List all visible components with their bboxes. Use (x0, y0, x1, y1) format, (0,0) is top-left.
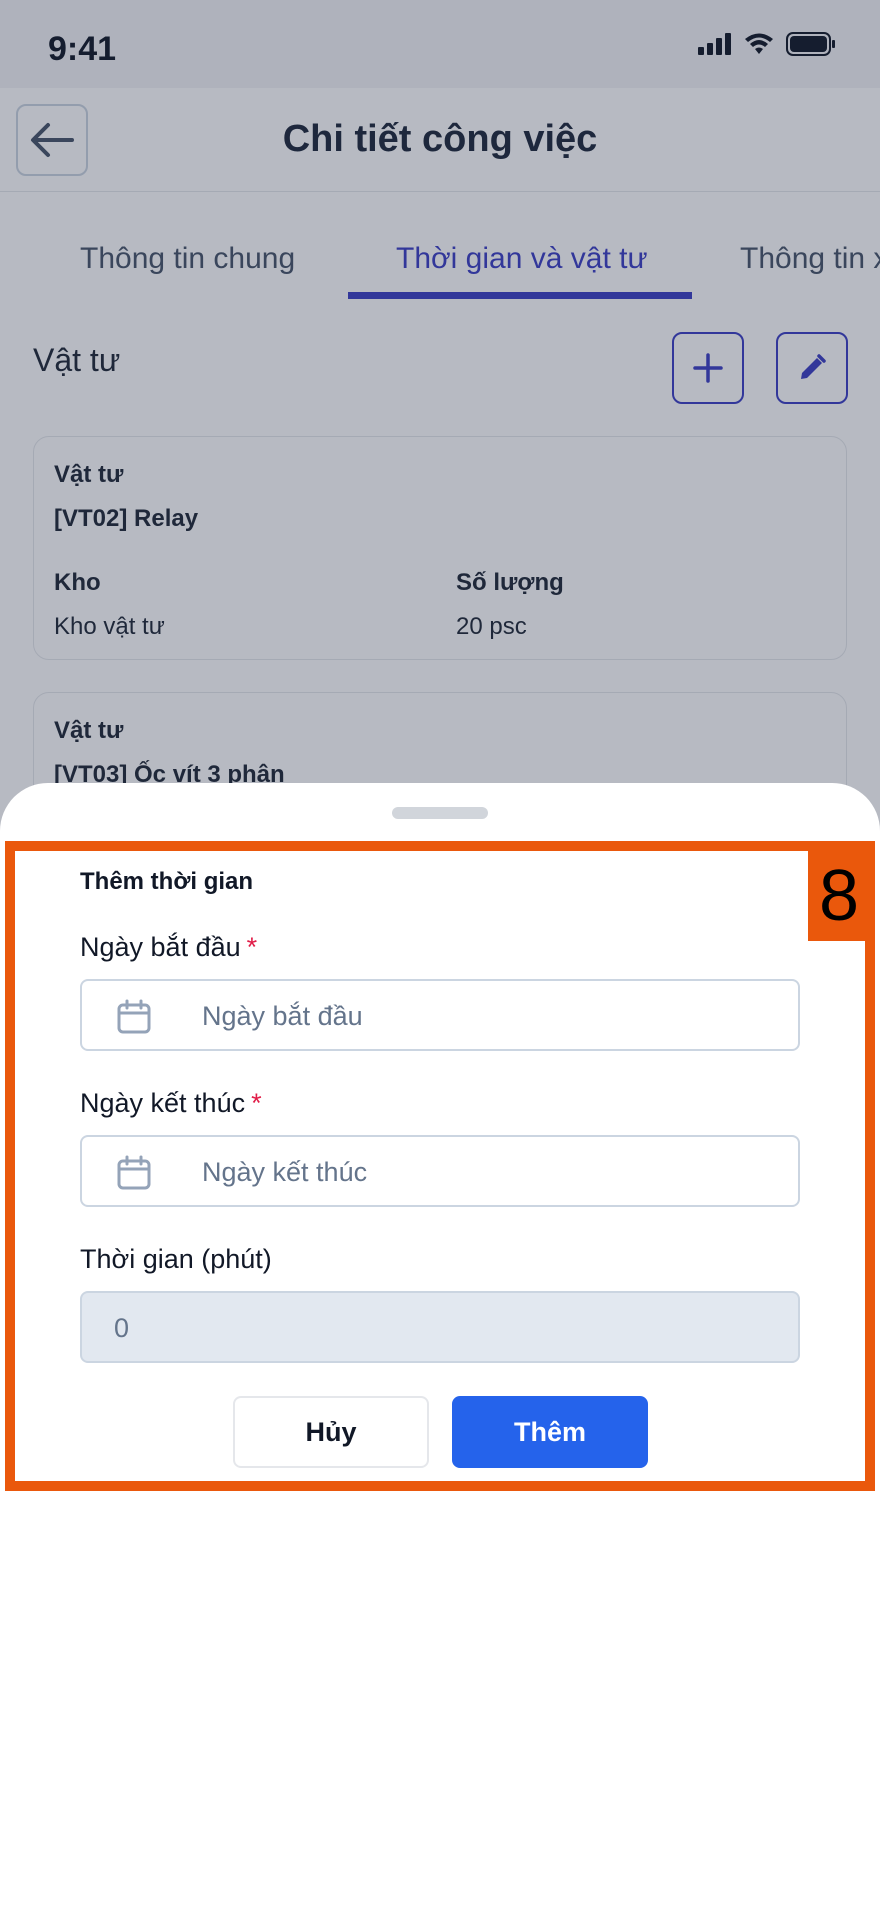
highlight-tag: 8 (808, 851, 870, 941)
drag-handle[interactable] (392, 807, 488, 819)
highlight-box (5, 841, 875, 1491)
